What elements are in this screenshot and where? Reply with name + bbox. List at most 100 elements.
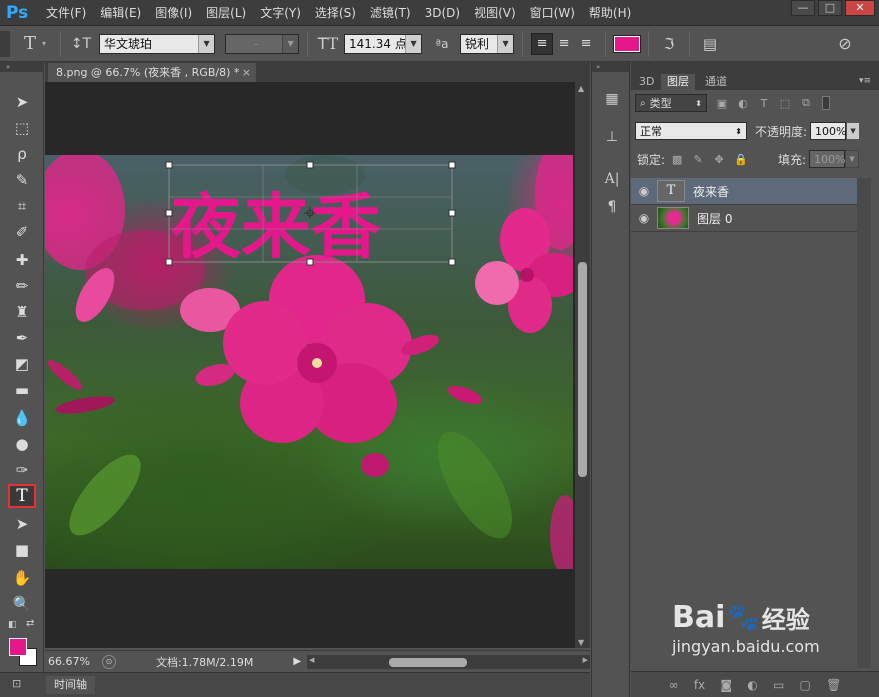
filter-smartobject-icon[interactable]: ⧉ xyxy=(800,96,812,110)
status-menu-arrow-icon[interactable]: ▶ xyxy=(293,656,301,667)
eye-icon[interactable]: ◉ xyxy=(631,211,657,225)
align-center-button[interactable]: ≡ xyxy=(553,33,575,55)
lasso-tool-icon[interactable]: ρ xyxy=(8,142,36,166)
foreground-color-swatch[interactable] xyxy=(9,638,27,656)
scroll-left-icon[interactable]: ◀ xyxy=(309,656,314,664)
brush-tool-icon[interactable]: ✏ xyxy=(8,274,36,298)
opacity-input[interactable]: 100% xyxy=(810,122,847,140)
canvas-horizontal-scrollbar[interactable]: ◀ ▶ xyxy=(307,654,590,669)
layer-row-image[interactable]: ◉ 图层 0 xyxy=(631,205,857,232)
dock-collapse-icon[interactable]: » xyxy=(592,62,629,72)
canvas-area[interactable]: 夜来香 xyxy=(45,82,575,648)
hand-tool-icon[interactable]: ✋ xyxy=(8,566,36,590)
toolbar-collapse-icon[interactable]: » xyxy=(0,62,43,72)
new-layer-icon[interactable]: ▢ xyxy=(800,678,811,692)
layer-filter-select[interactable]: ⌕ 类型 ⬍ xyxy=(635,94,707,112)
tab-layers[interactable]: 图层 xyxy=(661,74,695,90)
menu-layer[interactable]: 图层(L) xyxy=(206,4,246,21)
cancel-edit-icon[interactable]: ⊘ xyxy=(833,34,857,53)
blend-mode-select[interactable]: 正常 ⬍ xyxy=(635,122,747,140)
blur-tool-icon[interactable]: 💧 xyxy=(8,406,36,430)
move-tool-icon[interactable]: ➤ xyxy=(8,90,36,114)
menu-help[interactable]: 帮助(H) xyxy=(589,4,631,21)
document-tab[interactable]: 8.png @ 66.7% (夜来香 , RGB/8) * × xyxy=(48,63,256,82)
filter-type-icon[interactable]: T xyxy=(758,97,770,110)
align-right-button[interactable]: ≡ xyxy=(575,33,597,55)
default-colors-icon[interactable]: ◧ xyxy=(8,620,17,630)
crop-tool-icon[interactable]: ⌗ xyxy=(8,194,36,218)
menu-type[interactable]: 文字(Y) xyxy=(260,4,301,21)
delete-layer-icon[interactable]: 🗑 xyxy=(826,678,841,692)
filter-adjustment-icon[interactable]: ◐ xyxy=(737,97,749,110)
layer-style-icon[interactable]: fx xyxy=(694,678,705,692)
minimize-button[interactable]: — xyxy=(791,0,815,16)
toggle-orientation-icon[interactable]: ↕T xyxy=(69,36,93,52)
close-tab-icon[interactable]: × xyxy=(242,63,251,82)
marquee-tool-icon[interactable]: ⬚ xyxy=(8,116,36,140)
layers-scrollbar[interactable] xyxy=(857,178,871,668)
font-style-select[interactable]: - ▼ xyxy=(225,33,300,54)
clone-stamp-tool-icon[interactable]: ♜ xyxy=(8,300,36,324)
scrollbar-thumb[interactable] xyxy=(578,262,587,477)
eyedropper-tool-icon[interactable]: ✐ xyxy=(8,220,36,244)
panel-menu-icon[interactable]: ▾≡ xyxy=(859,76,871,86)
font-family-select[interactable]: 华文琥珀 ▼ xyxy=(99,33,216,54)
swap-colors-icon[interactable]: ⇄ xyxy=(26,618,34,629)
layer-row-text[interactable]: ◉ T 夜来香 xyxy=(631,178,857,205)
preset-dropdown-arrow-icon[interactable]: ▾ xyxy=(42,39,46,48)
eraser-tool-icon[interactable]: ◩ xyxy=(8,352,36,376)
quick-select-tool-icon[interactable]: ✎ xyxy=(8,168,36,192)
scrollbar-thumb[interactable] xyxy=(389,657,468,667)
zoom-level[interactable]: 66.67% xyxy=(48,655,90,668)
tab-channels[interactable]: 通道 xyxy=(699,74,733,90)
lock-image-icon[interactable]: ✎ xyxy=(692,153,704,166)
new-group-icon[interactable]: ▭ xyxy=(773,678,784,692)
gradient-tool-icon[interactable]: ▬ xyxy=(8,378,36,402)
canvas-text-layer[interactable]: 夜来香 xyxy=(170,186,381,268)
menu-select[interactable]: 选择(S) xyxy=(315,4,356,21)
history-brush-tool-icon[interactable]: ✒ xyxy=(8,326,36,350)
timeline-tab[interactable]: 时间轴 xyxy=(46,676,95,694)
filter-shape-icon[interactable]: ⬚ xyxy=(779,97,791,110)
adjustment-layer-icon[interactable]: ◐ xyxy=(747,678,757,692)
fill-input[interactable]: 100% xyxy=(809,150,846,168)
menu-file[interactable]: 文件(F) xyxy=(46,4,86,21)
tab-3d[interactable]: 3D xyxy=(633,74,660,90)
link-layers-icon[interactable]: ∞ xyxy=(669,678,679,692)
options-grip[interactable] xyxy=(0,30,10,57)
menu-view[interactable]: 视图(V) xyxy=(474,4,516,21)
history-panel-icon[interactable]: ▦ xyxy=(600,88,624,110)
menu-image[interactable]: 图像(I) xyxy=(155,4,192,21)
layer-name[interactable]: 图层 0 xyxy=(697,210,732,227)
tool-presets-panel-icon[interactable]: ⊥ xyxy=(600,126,624,148)
opacity-slider-toggle-icon[interactable]: ▼ xyxy=(846,122,861,140)
font-size-select[interactable]: 141.34 点 ▼ xyxy=(344,33,423,54)
align-left-button[interactable]: ≡ xyxy=(531,32,554,55)
healing-brush-tool-icon[interactable]: ✚ xyxy=(8,248,36,272)
type-tool-icon[interactable]: T xyxy=(8,484,36,508)
lock-transparent-icon[interactable]: ▩ xyxy=(671,153,683,166)
character-panel-icon[interactable]: A| xyxy=(600,168,624,190)
filter-toggle-switch[interactable] xyxy=(822,96,830,110)
rectangle-tool-icon[interactable]: ■ xyxy=(8,538,36,562)
timeline-toggle-icon[interactable]: ⊡ xyxy=(12,677,21,690)
eye-icon[interactable]: ◉ xyxy=(631,184,657,198)
canvas-vertical-scrollbar[interactable]: ▲ ▼ xyxy=(575,82,590,648)
layer-name[interactable]: 夜来香 xyxy=(693,183,729,200)
add-mask-icon[interactable]: ◙ xyxy=(720,678,732,692)
status-info-icon[interactable]: ⊙ xyxy=(101,654,116,669)
lock-all-icon[interactable]: 🔒 xyxy=(734,153,748,166)
pen-tool-icon[interactable]: ✑ xyxy=(8,458,36,482)
text-color-swatch[interactable] xyxy=(613,34,642,53)
path-select-tool-icon[interactable]: ➤ xyxy=(8,512,36,536)
fill-slider-toggle-icon[interactable]: ▼ xyxy=(845,150,860,168)
scroll-up-icon[interactable]: ▲ xyxy=(578,84,584,93)
menu-window[interactable]: 窗口(W) xyxy=(530,4,575,21)
scroll-down-icon[interactable]: ▼ xyxy=(578,638,584,647)
filter-pixel-icon[interactable]: ▣ xyxy=(716,97,728,110)
paragraph-panel-icon[interactable]: ¶ xyxy=(600,196,624,218)
menu-3d[interactable]: 3D(D) xyxy=(425,6,460,20)
antialias-select[interactable]: 锐利 ▼ xyxy=(460,33,515,54)
zoom-tool-icon[interactable]: 🔍 xyxy=(8,592,36,616)
flower-image[interactable]: 夜来香 xyxy=(45,155,573,569)
